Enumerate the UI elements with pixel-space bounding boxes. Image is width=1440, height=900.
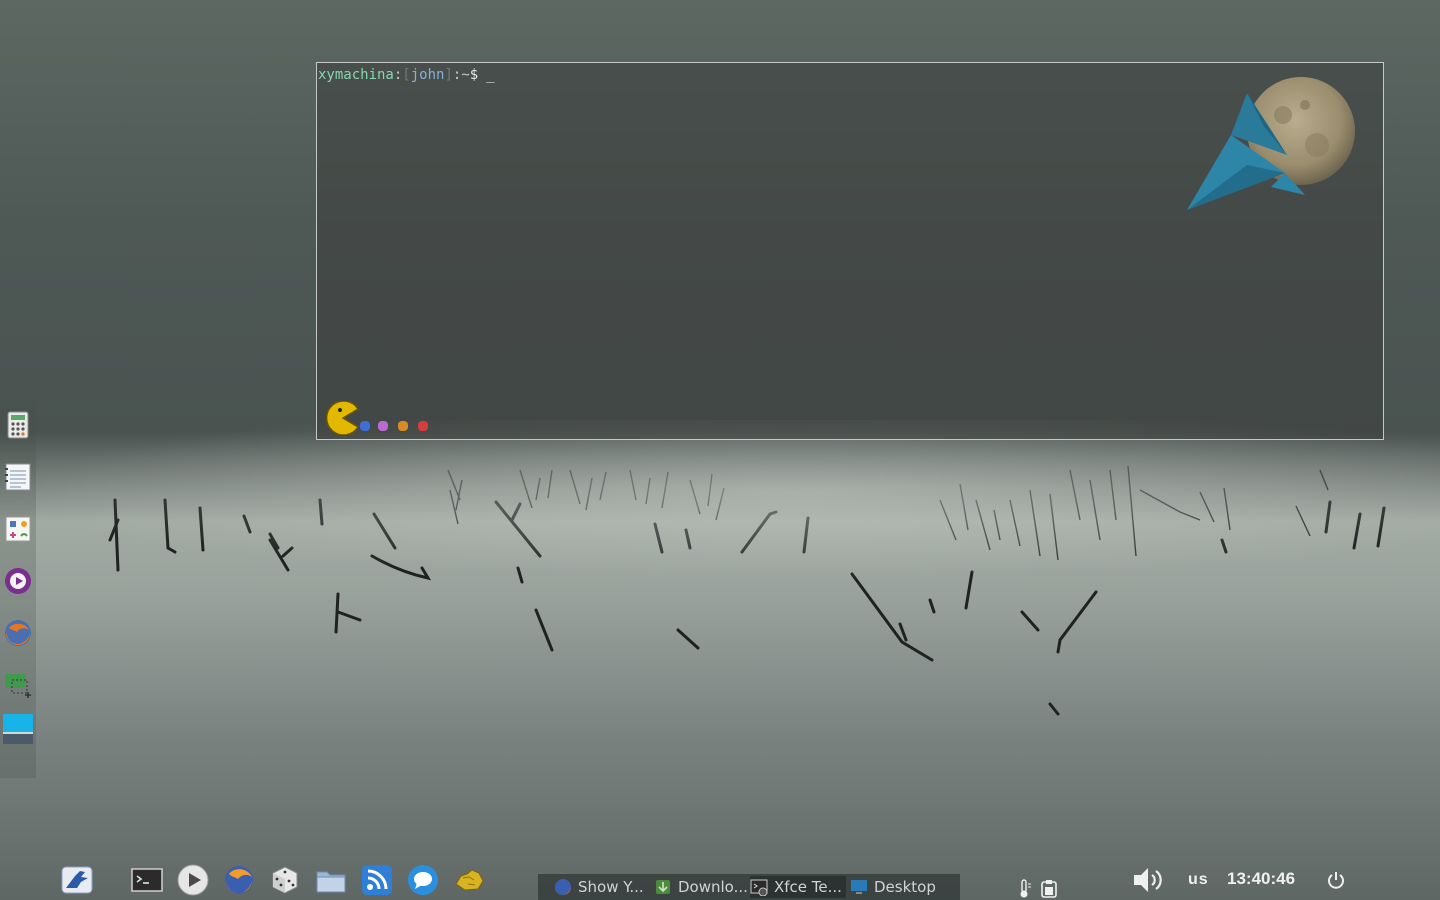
media-player-icon[interactable] <box>3 566 33 596</box>
prompt-bracket-open: [ <box>402 67 411 83</box>
taskbar: Show Y... Downlo... Xfce Te... Desktop <box>538 874 960 900</box>
gold-nugget-icon[interactable] <box>453 864 485 896</box>
rss-reader-icon[interactable] <box>361 864 393 896</box>
moon-logo-icon <box>1187 77 1355 210</box>
pacman-icon <box>325 401 428 435</box>
calculator-icon[interactable] <box>3 410 33 440</box>
xfce-menu-icon[interactable] <box>61 864 93 896</box>
terminal-icon[interactable] <box>131 864 163 896</box>
task-xfce-terminal[interactable]: Xfce Te... <box>750 876 846 898</box>
chat-icon[interactable] <box>407 864 439 896</box>
desktop-icon[interactable] <box>3 712 33 746</box>
volume-icon[interactable] <box>1132 865 1164 895</box>
terminal-cursor: _ <box>486 67 495 83</box>
firefox-icon[interactable] <box>223 864 255 896</box>
task-desktop[interactable]: Desktop <box>850 876 936 898</box>
screenshot-icon[interactable] <box>3 670 33 700</box>
prompt-dollar: $ <box>469 67 479 83</box>
text-editor-icon[interactable] <box>3 462 33 492</box>
mist-overlay <box>0 420 1440 580</box>
prompt-host: xymachina <box>318 67 394 83</box>
dice-game-icon[interactable] <box>269 864 301 896</box>
task-label: Xfce Te... <box>774 878 842 896</box>
temperature-icon[interactable] <box>1016 879 1032 899</box>
task-label: Show Y... <box>578 878 644 896</box>
task-firefox[interactable]: Show Y... <box>554 876 644 898</box>
task-label: Desktop <box>874 878 936 896</box>
prompt-bracket-close: ] <box>444 67 453 83</box>
prompt-user: john <box>410 67 445 83</box>
terminal-window[interactable]: xymachina:[john]:~$ _ <box>316 62 1384 440</box>
character-map-icon[interactable] <box>3 514 33 544</box>
downloads-icon <box>656 880 670 894</box>
desktop-icon <box>851 880 867 894</box>
task-label: Downlo... <box>678 878 748 896</box>
task-downloads[interactable]: Downlo... <box>654 876 748 898</box>
media-play-icon[interactable] <box>177 864 209 896</box>
clock[interactable]: 13:40:46 <box>1227 869 1295 889</box>
terminal-prompt[interactable]: xymachina:[john]:~$ _ <box>318 67 495 83</box>
keyboard-layout[interactable]: us <box>1188 871 1209 889</box>
prompt-path: :~ <box>452 67 470 83</box>
terminal-icon <box>750 879 768 896</box>
power-icon[interactable] <box>1326 870 1346 890</box>
clipboard-icon[interactable] <box>1040 878 1058 898</box>
firefox-icon[interactable] <box>3 618 33 648</box>
left-dock <box>0 400 36 778</box>
firefox-icon <box>555 879 571 895</box>
file-manager-icon[interactable] <box>315 864 347 896</box>
